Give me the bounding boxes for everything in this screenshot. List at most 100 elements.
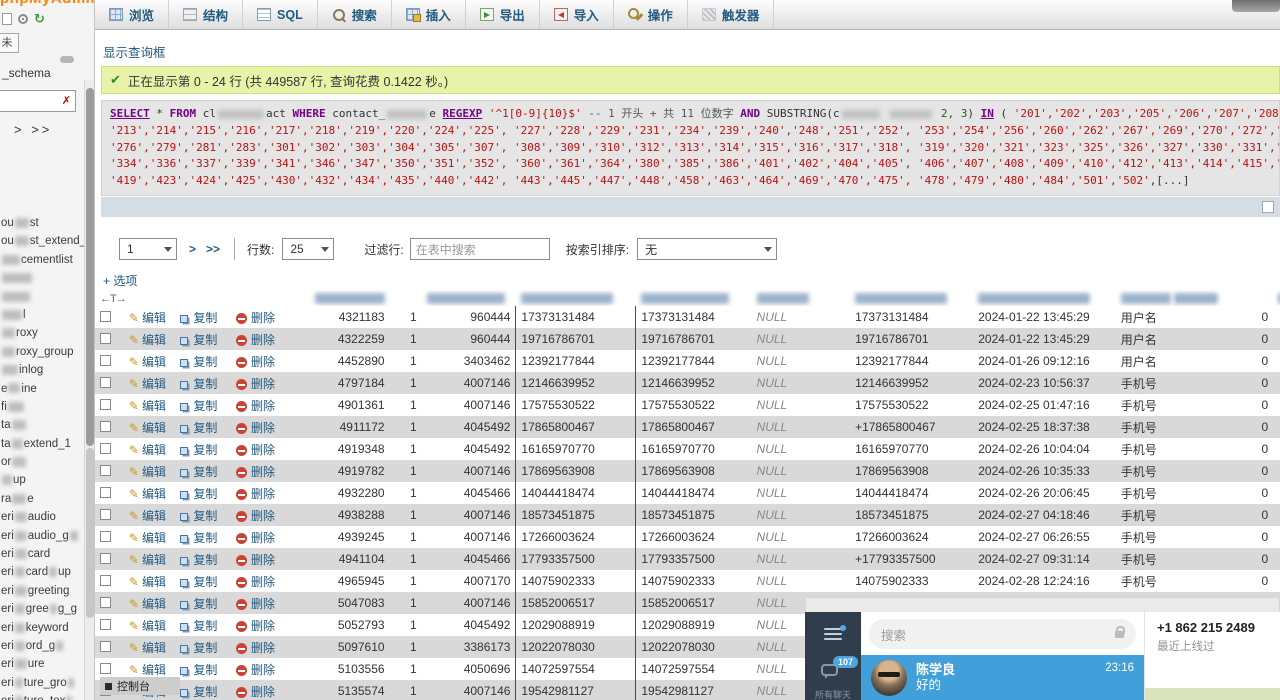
copy-button[interactable]: 复制 [180, 509, 217, 523]
sidebar-table-item[interactable]: roxy [0, 324, 84, 342]
tab-export[interactable]: 导出 [466, 0, 540, 29]
edit-button[interactable]: ✎编辑 [129, 399, 166, 413]
chat-search-input[interactable]: 搜索 [869, 619, 1136, 649]
delete-button[interactable]: 删除 [236, 377, 275, 391]
show-query-box-link[interactable]: 显示查询框 [103, 42, 166, 61]
row-checkbox[interactable] [100, 443, 111, 454]
delete-button[interactable]: 删除 [236, 553, 275, 567]
sidebar-table-item[interactable]: oust [0, 214, 84, 232]
sidebar-table-item[interactable]: ta [0, 416, 84, 434]
filter-rows-input[interactable]: 在表中搜索 [410, 238, 550, 260]
tab-ops[interactable]: 操作 [614, 0, 688, 29]
sort-arrows[interactable]: ←T→ [100, 293, 126, 305]
copy-button[interactable]: 复制 [180, 421, 217, 435]
row-checkbox[interactable] [100, 421, 111, 432]
next-page-button[interactable]: > [189, 242, 196, 256]
copy-button[interactable]: 复制 [180, 333, 217, 347]
sidebar-table-item[interactable]: rae [0, 490, 84, 508]
delete-button[interactable]: 删除 [236, 421, 275, 435]
delete-button[interactable]: 删除 [236, 663, 275, 677]
delete-button[interactable]: 删除 [236, 597, 275, 611]
tab-trigger[interactable]: 触发器 [688, 0, 775, 29]
sidebar-table-item[interactable]: eriaudio [0, 508, 84, 526]
console-toggle-bar[interactable]: 控制台 [100, 677, 180, 695]
delete-button[interactable]: 删除 [236, 355, 275, 369]
sidebar-table-item[interactable]: erikeyword [0, 619, 84, 637]
sidebar-table-item[interactable]: eriture_tex [0, 692, 84, 700]
row-checkbox[interactable] [100, 355, 111, 366]
delete-button[interactable]: 删除 [236, 619, 275, 633]
edit-button[interactable]: ✎编辑 [129, 443, 166, 457]
sidebar-table-item[interactable]: up [0, 471, 84, 489]
edit-button[interactable]: ✎编辑 [129, 333, 166, 347]
sort-index-select[interactable]: 无 [637, 238, 777, 260]
edit-button[interactable]: ✎编辑 [129, 597, 166, 611]
row-checkbox[interactable] [100, 641, 111, 652]
edit-button[interactable]: ✎编辑 [129, 619, 166, 633]
sidebar-table-item[interactable]: or [0, 453, 84, 471]
delete-button[interactable]: 删除 [236, 641, 275, 655]
strip-checkbox[interactable] [1262, 201, 1274, 213]
edit-button[interactable]: ✎编辑 [129, 663, 166, 677]
database-schema-label[interactable]: _schema [2, 66, 51, 80]
row-checkbox[interactable] [100, 575, 111, 586]
sidebar-table-item[interactable]: fi [0, 398, 84, 416]
edit-button[interactable]: ✎编辑 [129, 509, 166, 523]
tab-sql[interactable]: SQL [243, 0, 318, 29]
sidebar-table-item[interactable]: inlog [0, 361, 84, 379]
sidebar-table-item[interactable]: erigreeting [0, 582, 84, 600]
sidebar-table-item[interactable]: l [0, 306, 84, 324]
sidebar-table-item[interactable]: ericard [0, 545, 84, 563]
edit-button[interactable]: ✎编辑 [129, 355, 166, 369]
contact-phone-number[interactable]: +1 862 215 2489 [1157, 620, 1280, 635]
sidebar-table-item[interactable]: eine [0, 380, 84, 398]
last-page-button[interactable]: >> [206, 242, 220, 256]
sidebar-table-item[interactable]: eriaudio_g [0, 527, 84, 545]
copy-button[interactable]: 复制 [180, 443, 217, 457]
edit-button[interactable]: ✎编辑 [129, 377, 166, 391]
copy-button[interactable]: 复制 [180, 487, 217, 501]
row-checkbox[interactable] [100, 333, 111, 344]
delete-button[interactable]: 删除 [236, 685, 275, 699]
rows-count-select[interactable]: 25 [282, 238, 334, 260]
row-checkbox[interactable] [100, 553, 111, 564]
sidebar-table-item[interactable]: eriure [0, 655, 84, 673]
row-checkbox[interactable] [100, 311, 111, 322]
sidebar-scrollbar[interactable] [84, 80, 94, 700]
row-checkbox[interactable] [100, 399, 111, 410]
refresh-icon[interactable]: ↻ [34, 12, 45, 25]
copy-button[interactable]: 复制 [180, 553, 217, 567]
options-toggle-link[interactable]: + 选项 [103, 272, 137, 289]
copy-button[interactable]: 复制 [180, 399, 217, 413]
sidebar-table-item[interactable]: eriture_gro [0, 674, 84, 692]
scrollbar-thumb[interactable] [86, 88, 94, 446]
tab-structure[interactable]: 结构 [169, 0, 243, 29]
row-checkbox[interactable] [100, 487, 111, 498]
delete-button[interactable]: 删除 [236, 575, 275, 589]
clear-search-icon[interactable]: ✗ [62, 94, 71, 107]
sidebar-table-item[interactable]: cementlist [0, 251, 84, 269]
chat-list-item-selected[interactable]: 陈学良 好的 23:16 [861, 655, 1144, 700]
row-checkbox[interactable] [100, 597, 111, 608]
copy-button[interactable]: 复制 [180, 685, 217, 699]
sidebar-pagination[interactable]: > >> [14, 122, 52, 137]
sidebar-table-item[interactable]: ericardup [0, 563, 84, 581]
row-checkbox[interactable] [100, 509, 111, 520]
copy-button[interactable]: 复制 [180, 531, 217, 545]
menu-hamburger-icon[interactable] [824, 628, 842, 643]
edit-button[interactable]: ✎编辑 [129, 531, 166, 545]
edit-button[interactable]: ✎编辑 [129, 575, 166, 589]
delete-button[interactable]: 删除 [236, 531, 275, 545]
copy-button[interactable]: 复制 [180, 311, 217, 325]
edit-button[interactable]: ✎编辑 [129, 421, 166, 435]
edit-button[interactable]: ✎编辑 [129, 553, 166, 567]
sidebar-table-item[interactable]: roxy_group [0, 343, 84, 361]
row-checkbox[interactable] [100, 663, 111, 674]
row-checkbox[interactable] [100, 465, 111, 476]
edit-button[interactable]: ✎编辑 [129, 311, 166, 325]
copy-button[interactable]: 复制 [180, 575, 217, 589]
page-select[interactable]: 1 [119, 238, 177, 260]
copy-button[interactable]: 复制 [180, 465, 217, 479]
edit-button[interactable]: ✎编辑 [129, 487, 166, 501]
copy-button[interactable]: 复制 [180, 663, 217, 677]
